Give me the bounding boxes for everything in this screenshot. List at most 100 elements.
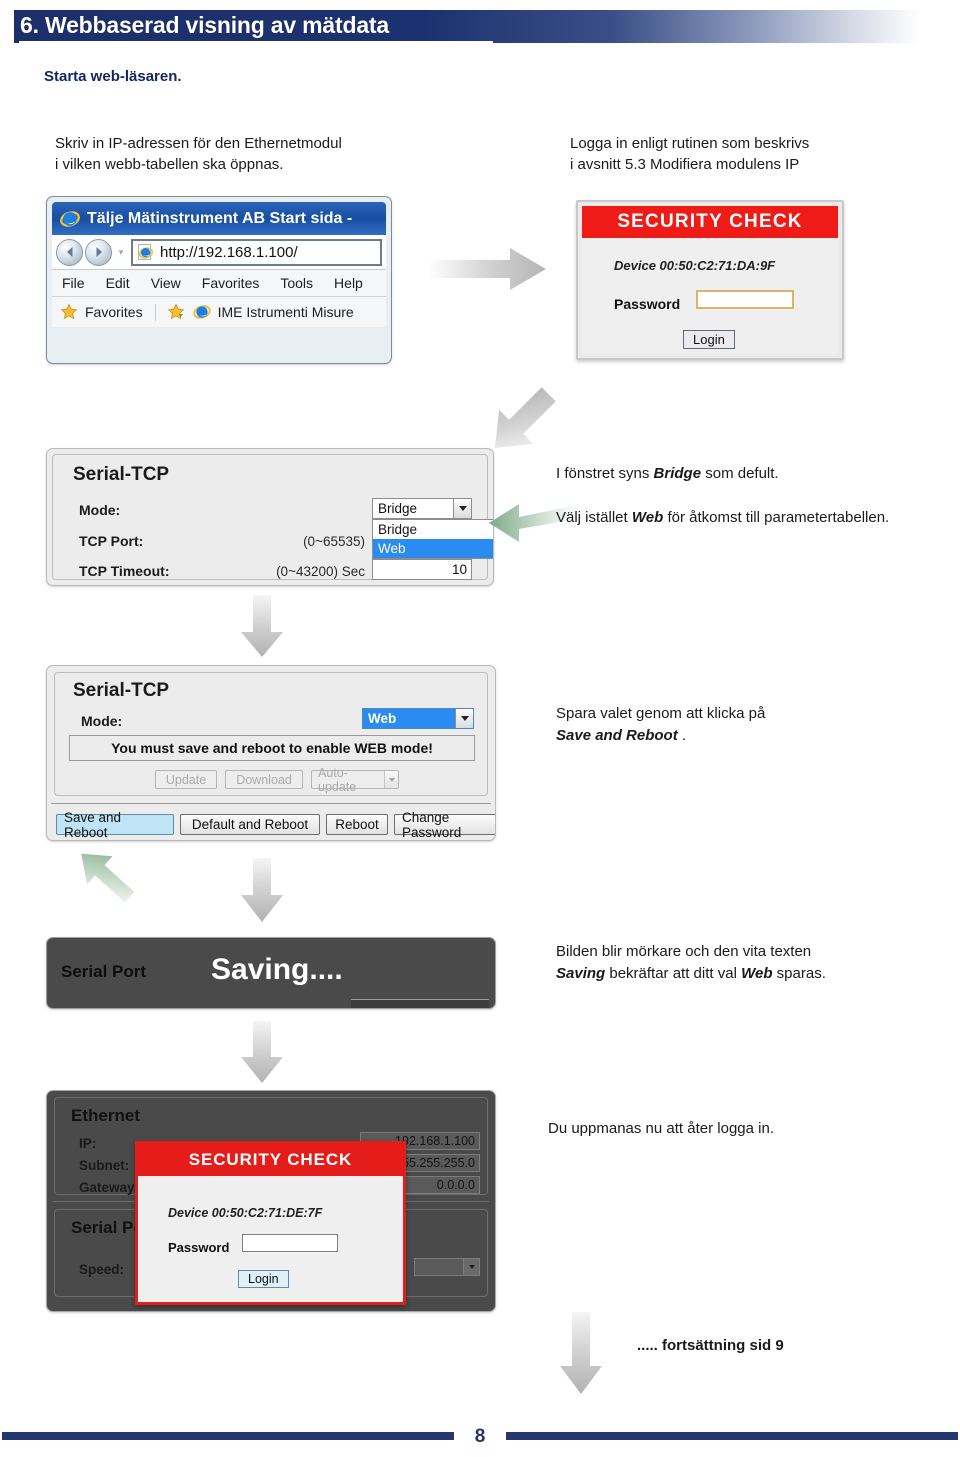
dropdown-option-bridge[interactable]: Bridge — [373, 520, 493, 539]
intro-paragraph-left: Skriv in IP-adressen för den Ethernetmod… — [55, 133, 342, 175]
mode-select-value-2: Web — [363, 709, 455, 728]
page-title: 6. Webbaserad visning av mätdata — [20, 12, 389, 38]
note2-pre: Välj istället — [556, 509, 632, 526]
tcp-port-range-hint: (0~65535) — [303, 534, 365, 549]
menu-item-favorites[interactable]: Favorites — [202, 275, 260, 291]
favorites-bar-item[interactable]: IME Istrumenti Misure — [218, 304, 354, 320]
speed-select[interactable] — [414, 1258, 480, 1276]
default-and-reboot-button[interactable]: Default and Reboot — [180, 814, 320, 835]
saving-bottom-strip — [351, 999, 489, 1008]
arrow-down-saving-to-ethernet — [235, 1019, 289, 1092]
page-title-underline — [19, 41, 493, 44]
favorite-site-icon[interactable] — [192, 303, 211, 321]
tcp-timeout-label: TCP Timeout: — [79, 563, 170, 579]
note1-bold: Bridge — [653, 465, 702, 482]
menu-item-edit[interactable]: Edit — [106, 275, 130, 291]
saving-inner: Serial Port Saving.... — [51, 942, 491, 1008]
mode-label-2: Mode: — [81, 713, 123, 729]
tcp-timeout-range-hint: (0~43200) Sec — [276, 564, 365, 579]
mode-select-2[interactable]: Web — [362, 708, 474, 729]
serial-tcp-title-1: Serial-TCP — [73, 464, 170, 485]
intro-paragraph-right: Logga in enligt rutinen som beskrivs i a… — [570, 133, 809, 175]
note-select-web: Välj istället Web för åtkomst till param… — [556, 507, 956, 529]
intro-left-line-1: Skriv in IP-adressen för den Ethernetmod… — [55, 135, 342, 152]
mode-select-chevron-down-icon-2[interactable] — [455, 709, 473, 728]
tcp-timeout-input[interactable]: 10 — [372, 559, 472, 580]
add-to-favorites-icon[interactable] — [167, 303, 186, 321]
serial-tcp-panel-bridge: Serial-TCP Mode: Bridge Bridge Web TCP P… — [46, 448, 494, 586]
reboot-button[interactable]: Reboot — [326, 814, 388, 835]
note-saving-confirm: Bilden blir mörkare och den vita texten … — [556, 941, 956, 985]
update-button[interactable]: Update — [155, 770, 217, 789]
speed-select-chevron-down-icon[interactable] — [463, 1259, 479, 1275]
note1-post: som defult. — [701, 465, 779, 482]
note1-pre: I fönstret syns — [556, 465, 654, 482]
favorites-star-icon[interactable] — [60, 303, 78, 321]
dropdown-option-web[interactable]: Web — [373, 539, 493, 558]
arrow-down-serialtcp2-to-saving — [235, 855, 289, 932]
subnet-label: Subnet: — [79, 1158, 130, 1173]
note4-bold2: Web — [741, 965, 773, 982]
login-button-bottom[interactable]: Login — [238, 1270, 289, 1288]
tcp-port-label: TCP Port: — [79, 533, 144, 549]
mode-select-chevron-down-icon-1[interactable] — [453, 499, 471, 518]
note-continuation: ..... fortsättning sid 9 — [637, 1337, 784, 1354]
arrow-green-to-save-button — [68, 838, 143, 918]
password-input-bottom[interactable] — [242, 1234, 338, 1252]
download-button[interactable]: Download — [225, 770, 303, 789]
toolbar-divider — [154, 303, 156, 321]
page-document-icon — [136, 243, 154, 261]
security-check-title-top: SECURITY CHECK — [582, 206, 838, 238]
note-login-again: Du uppmanas nu att åter logga in. — [548, 1120, 774, 1137]
password-input-top[interactable] — [696, 290, 794, 309]
internet-explorer-icon — [60, 209, 80, 229]
security-check-dialog-top: SECURITY CHECK Device 00:50:C2:71:DA:9F … — [576, 200, 844, 360]
arrow-right-browser-to-security — [424, 243, 564, 300]
note2-post: för åtkomst till parametertabellen. — [663, 509, 890, 526]
note-save-and-reboot: Spara valet genom att klicka på Save and… — [556, 703, 956, 747]
auto-update-chevron-down-icon[interactable] — [384, 771, 398, 788]
login-button-top[interactable]: Login — [683, 330, 735, 349]
address-input[interactable]: http://192.168.1.100/ — [131, 238, 382, 266]
security-check-dialog-bottom: SECURITY CHECK Device 00:50:C2:71:DE:7F … — [135, 1141, 406, 1305]
note4-post: sparas. — [772, 965, 826, 982]
ethernet-title: Ethernet — [71, 1106, 140, 1125]
security-check-body-top: Device 00:50:C2:71:DA:9F Password Login — [582, 238, 838, 354]
menu-item-view[interactable]: View — [151, 275, 181, 291]
device-mac-label-top: Device 00:50:C2:71:DA:9F — [614, 258, 776, 273]
menu-item-help[interactable]: Help — [334, 275, 363, 291]
serial-tcp-title-2: Serial-TCP — [73, 680, 170, 701]
serial-tcp-inner-card-2: Serial-TCP Mode: Web You must save and r… — [54, 672, 488, 796]
favorites-bar-label[interactable]: Favorites — [85, 304, 143, 320]
back-button-icon[interactable] — [56, 238, 83, 266]
menu-item-file[interactable]: File — [62, 275, 85, 291]
note3-post: . — [677, 727, 687, 744]
change-password-button[interactable]: Change Password — [394, 810, 495, 840]
browser-favorites-bar: Favorites IME Istrumenti Misure — [52, 297, 386, 327]
password-label-bottom: Password — [168, 1240, 230, 1255]
menu-item-tools[interactable]: Tools — [280, 275, 313, 291]
section-subtitle: Starta web-läsaren. — [44, 68, 182, 85]
browser-window-screenshot: Tälje Mätinstrument AB Start sida - ▾ ht… — [46, 196, 392, 364]
mode-select-1[interactable]: Bridge — [372, 498, 472, 519]
note4-bold1: Saving — [556, 965, 606, 982]
ip-label: IP: — [79, 1136, 97, 1151]
auto-update-select[interactable]: Auto-update — [311, 766, 399, 794]
serial-tcp-inner-card-1: Serial-TCP Mode: Bridge Bridge Web TCP P… — [52, 454, 493, 580]
recent-pages-chevron-down-icon[interactable]: ▾ — [114, 247, 128, 258]
saving-status-text: Saving.... — [211, 953, 343, 986]
note3-line1: Spara valet genom att klicka på — [556, 705, 766, 722]
saving-serial-port-label: Serial Port — [61, 962, 147, 981]
web-mode-warning-message: You must save and reboot to enable WEB m… — [69, 735, 475, 761]
mode-label-1: Mode: — [79, 502, 121, 518]
mode-select-value-1: Bridge — [378, 501, 418, 516]
speed-label: Speed: — [79, 1262, 125, 1277]
save-and-reboot-button[interactable]: Save and Reboot — [56, 810, 174, 840]
browser-menu-bar: File Edit View Favorites Tools Help — [52, 270, 386, 297]
security-check-title-bottom: SECURITY CHECK — [138, 1144, 403, 1176]
forward-button-icon[interactable] — [85, 238, 112, 266]
mode-dropdown-list[interactable]: Bridge Web — [372, 519, 493, 559]
gateway-label: Gateway: — [79, 1180, 140, 1195]
arrow-down-to-continuation — [554, 1310, 608, 1403]
browser-title-text: Tälje Mätinstrument AB Start sida - — [87, 209, 353, 227]
